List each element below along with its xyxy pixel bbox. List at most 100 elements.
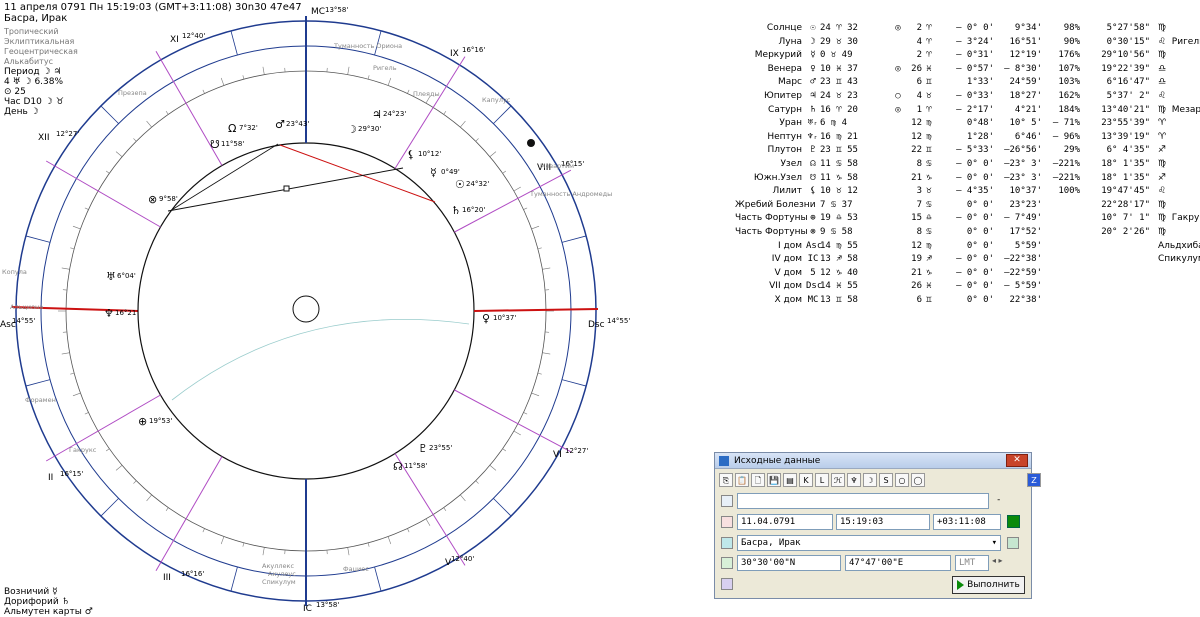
toolbar-button[interactable]: K [799, 473, 813, 487]
degree-tick [70, 247, 75, 250]
cell-dec: 19°22'39" [1101, 63, 1150, 74]
coordinates-icon[interactable] [721, 557, 733, 569]
toolbar-button[interactable]: ▤ [783, 473, 797, 487]
degree-tick [242, 75, 245, 80]
toolbar-button[interactable]: ◯ [911, 473, 925, 487]
template-combo-dropdown[interactable]: - [993, 493, 1023, 509]
timezone-field[interactable]: +03:11:08 [933, 514, 1001, 530]
degree-tick [61, 352, 70, 355]
cell-sym: ♂ [810, 77, 816, 88]
globe-icon[interactable] [721, 537, 733, 549]
cell-name: X дом [774, 294, 802, 305]
planet-row: X дом MC 13 ♊ 58 6 ♊ 0° 0' 22°38' [735, 294, 1200, 308]
fixed-star-label: Гакрукс [69, 446, 97, 454]
template-combo[interactable] [737, 493, 989, 509]
cell-name: Плутон [767, 145, 802, 156]
degree-tick [502, 170, 507, 174]
dialog-titlebar[interactable]: Исходные данные ✕ [715, 453, 1031, 469]
cell-g1 [890, 144, 906, 158]
cell-name: Юпитер [764, 90, 802, 101]
cell-pos: 11 ♋ 58 [820, 158, 858, 169]
cell-lat: – 0° 0' [956, 172, 994, 183]
sign-divider [493, 105, 512, 124]
toolbar-button[interactable]: ☽ [863, 473, 877, 487]
cell-h: 3 [916, 186, 922, 197]
settings-icon[interactable] [721, 578, 733, 590]
place-dropdown-icon[interactable]: ▾ [992, 536, 997, 550]
degree-tick [531, 392, 540, 397]
cell-lat: 0° 0' [966, 226, 994, 237]
house-cusp-label: VI [553, 450, 562, 460]
cell-star: ♌ Ригель [1158, 36, 1200, 47]
run-button[interactable]: Выполнить [952, 576, 1025, 594]
calendar-icon[interactable] [721, 516, 733, 528]
degree-tick [105, 448, 110, 452]
natal-chart-wheel[interactable]: MC 13°58'IC 13°58'Asc14°55' Dsc 14°55'XI 12°4… [0, 0, 700, 617]
cell-g1 [890, 240, 906, 254]
cell-lat: – 3°24' [956, 36, 994, 47]
cell-pos: 16 ♍ 21 [820, 131, 858, 142]
toolbar-button[interactable]: ○ [895, 473, 909, 487]
toolbar-button[interactable]: ⎘ [719, 473, 733, 487]
planet-glyph: ♄ [451, 204, 461, 217]
place-field[interactable]: Басра, Ирак ▾ [737, 535, 1001, 551]
toolbar-button[interactable]: L [815, 473, 829, 487]
planet-row: I дом Asc 14 ♍ 55 12 ♍ 0° 0' 5°59' Альдхиба [735, 240, 1200, 254]
cell-h: 12 [911, 118, 922, 129]
copy-icon[interactable] [721, 495, 733, 507]
cell-g2: ♑ [926, 267, 932, 278]
toolbar-button[interactable]: 🗋 [751, 473, 765, 487]
toolbar-button[interactable]: 📋 [735, 473, 749, 487]
planet-glyph: ♂ [275, 118, 285, 131]
cell-g1 [890, 212, 906, 226]
planet-row: V дом 5 12 ♑ 40 21 ♑ – 0° 0' –22°59' [735, 267, 1200, 281]
planet-row: Луна ☽ 29 ♉ 30 4 ♈ – 3°24' 16°51' 90% 0°30'15" ♌ … [735, 36, 1200, 50]
planet-row: IV дом IC 13 ♐ 58 19 ♐ – 0° 0' –22°38' Спикулум [735, 253, 1200, 267]
cell-pos: 9 ♋ 58 [820, 226, 853, 237]
cell-g1 [890, 253, 906, 267]
planet-degree: 24°23' [383, 110, 406, 118]
cell-pct [1042, 199, 1080, 213]
cell-speed: – 8°30' [1004, 63, 1042, 74]
sign-divider [230, 30, 238, 56]
cell-name: Луна [778, 36, 803, 47]
cell-star: ♈ [1158, 131, 1167, 142]
toolbar-button[interactable]: ♆ [847, 473, 861, 487]
cell-star: ♍ Мезартим [1158, 104, 1200, 115]
cell-pct [1042, 280, 1080, 294]
toolbar-button[interactable]: ℋ [831, 473, 845, 487]
green-status-icon[interactable] [1007, 515, 1020, 528]
cell-h: 6 [916, 77, 922, 88]
cell-g1 [890, 131, 906, 145]
degree-tick [523, 207, 528, 210]
time-field[interactable]: 15:19:03 [836, 514, 930, 530]
lmt-spin-icon[interactable]: ◂ ▸ [992, 556, 1003, 565]
planet-row: Лилит ⚸ 10 ♉ 12 3 ♉ – 4°35' 10°37' 100% 19°47'45… [735, 185, 1200, 199]
planet-row: Юпитер ♃ 24 ♉ 23 ○ 4 ♉ – 0°33' 18°27' 162% 5°37' … [735, 90, 1200, 104]
cell-sym [806, 199, 820, 213]
date-field[interactable]: 11.04.0791 [737, 514, 833, 530]
map-icon[interactable] [1007, 537, 1019, 549]
input-data-dialog[interactable]: Исходные данные ✕ ⎘ 📋 🗋 💾 ▤ K L ℋ ♆ ☽ S ○ ◯ Z - 11.04… [714, 452, 1041, 599]
degree-tick [407, 89, 410, 94]
toolbar-button[interactable]: Z [1027, 473, 1041, 487]
latitude-field[interactable]: 30°30'00"N [737, 555, 841, 571]
degree-tick [489, 151, 497, 157]
close-button[interactable]: ✕ [1006, 454, 1028, 467]
toolbar-button[interactable]: 💾 [767, 473, 781, 487]
degree-tick [460, 494, 466, 502]
cell-star: ♍ Гакрукс [1158, 213, 1200, 224]
cell-sym: ☊ [810, 158, 816, 169]
cell-star [1150, 280, 1200, 294]
lmt-field[interactable]: LMT [955, 555, 989, 571]
cell-speed: – 5°59' [1004, 281, 1042, 292]
cell-dec [1080, 280, 1150, 294]
cell-g2: ♉ [926, 186, 932, 197]
toolbar-button[interactable]: S [879, 473, 893, 487]
chart-static [11, 16, 599, 606]
cell-lat: – 0° 0' [956, 254, 994, 265]
ic-degree: 13°58' [316, 601, 339, 609]
dsc-axis [473, 308, 599, 312]
play-icon [957, 580, 965, 590]
longitude-field[interactable]: 47°47'00"E [845, 555, 951, 571]
